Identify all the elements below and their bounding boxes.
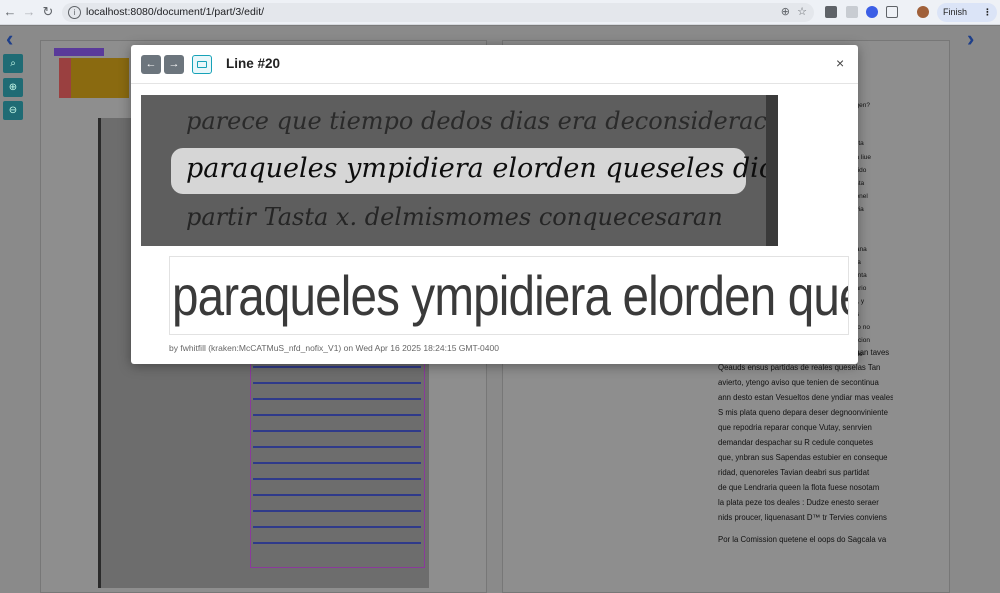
extension-icon[interactable]: [825, 6, 837, 18]
previous-line-button[interactable]: ←: [141, 55, 161, 74]
bookmark-star-icon[interactable]: ☆: [797, 5, 807, 18]
transcription-byline: by fwhitfill (kraken:McCATMuS_nfd_nofix_…: [169, 343, 499, 353]
document-badge: [54, 48, 104, 56]
line-overlay[interactable]: [253, 462, 421, 464]
line-overlay[interactable]: [253, 478, 421, 480]
line-overlays: [253, 366, 421, 566]
site-info-icon[interactable]: i: [68, 6, 81, 19]
line-overlay[interactable]: [253, 430, 421, 432]
line-overlay[interactable]: [253, 382, 421, 384]
url-text: localhost:8080/document/1/part/3/edit/: [86, 6, 265, 18]
image-line-above: parece que tiempo dedos dias era deconsi…: [186, 107, 778, 135]
reader-icon[interactable]: [846, 6, 858, 18]
transcript-line[interactable]: que repodria reparar conque Vutay, senrv…: [718, 420, 893, 435]
image-line-current: paraqueles ympidiera elorden queseles di…: [186, 153, 778, 184]
address-bar[interactable]: i localhost:8080/document/1/part/3/edit/…: [62, 3, 814, 22]
image-edge: [766, 95, 778, 246]
transcript-line[interactable]: nids proucer, liquenasant D™ tr Tervies …: [718, 510, 893, 525]
modal-divider: [131, 83, 858, 84]
line-overlay[interactable]: [253, 398, 421, 400]
transcript-line[interactable]: de que Lendraria queen la flota fuese no…: [718, 480, 893, 495]
arrow-right-icon: →: [168, 58, 180, 70]
line-overlay[interactable]: [253, 366, 421, 368]
keyboard-icon: [197, 61, 207, 68]
transcription-text: paraqueles ympidiera elorden ques lesdió…: [172, 264, 848, 327]
transcript-line[interactable]: ann desto estan Vesueltos dene yndiar ma…: [718, 390, 893, 405]
transcript-line[interactable]: ridad, quenoreles Tavian deabri sus part…: [718, 465, 893, 480]
line-overlay[interactable]: [253, 526, 421, 528]
puzzle-icon[interactable]: [886, 6, 898, 18]
prev-page-chevron-icon[interactable]: ‹: [6, 26, 13, 52]
more-menu-icon[interactable]: ⋮: [983, 3, 992, 22]
line-overlay[interactable]: [253, 446, 421, 448]
zoom-icon[interactable]: ⊕: [781, 5, 790, 18]
back-arrow-icon[interactable]: ←: [2, 4, 18, 20]
transcript-line[interactable]: demandar despachar su R cedule conquetes: [718, 435, 893, 450]
profile-extension-icon[interactable]: [866, 6, 878, 18]
next-line-button[interactable]: →: [164, 55, 184, 74]
flag-stripe: [59, 58, 71, 98]
line-overlay[interactable]: [253, 542, 421, 544]
line-overlay[interactable]: [253, 414, 421, 416]
transcript-line[interactable]: S mis plata queno depara deser degnoonvi…: [718, 405, 893, 420]
browser-toolbar: ← → ↻ i localhost:8080/document/1/part/3…: [0, 0, 1000, 36]
keyboard-toggle-button[interactable]: [192, 55, 212, 74]
modal-title: Line #20: [226, 56, 281, 71]
close-icon[interactable]: ×: [836, 55, 844, 71]
transcript-line[interactable]: Por la Comission quetene el oops do Sagc…: [718, 532, 893, 547]
finish-update-button[interactable]: Finish update ⋮: [937, 3, 997, 36]
zoom-in-icon[interactable]: ⊕: [3, 78, 23, 97]
image-line-below: partir Tasta x. delmismomes conquecesara…: [186, 203, 723, 231]
line-overlay[interactable]: [253, 494, 421, 496]
line-image: parece que tiempo dedos dias era deconsi…: [141, 95, 778, 246]
reload-icon[interactable]: ↻: [40, 4, 56, 20]
line-overlay[interactable]: [253, 510, 421, 512]
next-page-chevron-icon[interactable]: ›: [967, 26, 974, 52]
transcript-line[interactable]: avierto, ytengo aviso que tenien de seco…: [718, 375, 893, 390]
zoom-out-icon[interactable]: ⊖: [3, 101, 23, 120]
line-editor-modal: ← → Line #20 × parece que tiempo dedos d…: [131, 45, 858, 364]
transcript-line[interactable]: la plata peze tos deales : Dudze enesto …: [718, 495, 893, 510]
forward-arrow-icon[interactable]: →: [21, 4, 37, 20]
search-icon[interactable]: ⌕: [3, 54, 23, 73]
transcription-input[interactable]: paraqueles ympidiera elorden ques lesdió…: [169, 256, 849, 335]
arrow-left-icon: ←: [145, 58, 157, 70]
avatar[interactable]: [917, 6, 929, 18]
transcript-line[interactable]: que, ynbran sus Sapendas estubier en con…: [718, 450, 893, 465]
